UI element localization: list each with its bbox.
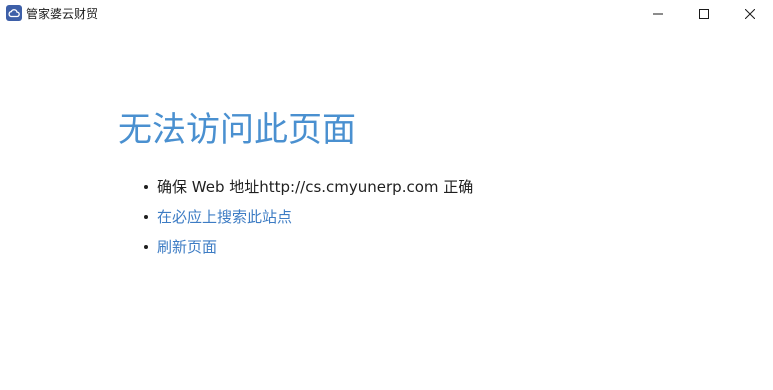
address-hint-text: 确保 Web 地址http://cs.cmyunerp.com 正确 bbox=[157, 178, 474, 196]
close-icon bbox=[745, 9, 755, 19]
app-window: 管家婆云财贸 无法访问此页面 确保 Web 地址http://cs.cmyune… bbox=[0, 0, 773, 390]
maximize-button[interactable] bbox=[681, 0, 727, 28]
suggestion-list: 确保 Web 地址http://cs.cmyunerp.com 正确 在必应上搜… bbox=[144, 172, 473, 262]
list-item: 确保 Web 地址http://cs.cmyunerp.com 正确 bbox=[144, 172, 473, 202]
minimize-button[interactable] bbox=[635, 0, 681, 28]
close-button[interactable] bbox=[727, 0, 773, 28]
list-item: 在必应上搜索此站点 bbox=[144, 202, 473, 232]
list-item: 刷新页面 bbox=[144, 232, 473, 262]
bullet-icon bbox=[144, 245, 148, 249]
error-content: 无法访问此页面 确保 Web 地址http://cs.cmyunerp.com … bbox=[118, 108, 473, 256]
cloud-icon bbox=[6, 5, 22, 21]
window-title: 管家婆云财贸 bbox=[26, 7, 99, 21]
bullet-icon bbox=[144, 215, 148, 219]
maximize-icon bbox=[699, 9, 709, 19]
refresh-page-link[interactable]: 刷新页面 bbox=[157, 238, 217, 256]
error-heading: 无法访问此页面 bbox=[118, 110, 356, 150]
title-bar: 管家婆云财贸 bbox=[0, 0, 773, 28]
bullet-icon bbox=[144, 185, 148, 189]
search-bing-link[interactable]: 在必应上搜索此站点 bbox=[157, 208, 292, 226]
window-controls bbox=[635, 0, 773, 28]
minimize-icon bbox=[653, 13, 663, 15]
